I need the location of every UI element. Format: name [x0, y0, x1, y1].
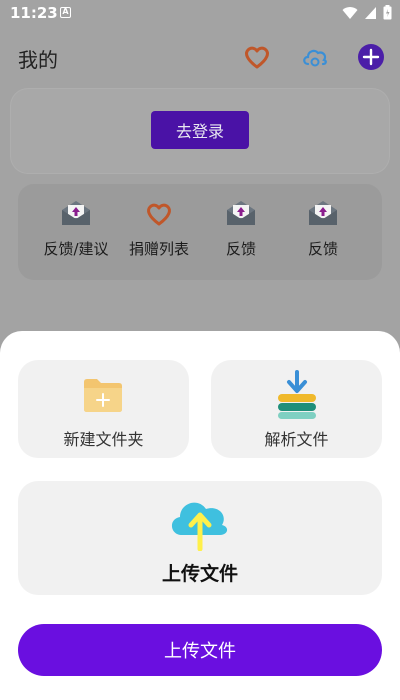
upload-file-tile-label: 上传文件: [161, 563, 238, 585]
login-button[interactable]: 去登录: [151, 111, 249, 149]
feedback-envelope-icon: [227, 201, 255, 225]
notification-icon: A: [60, 7, 71, 18]
screen: 11:23 A 我的 去登录 反馈/建议 捐赠列表 反馈 反馈 新建文件夹 解析…: [0, 0, 400, 700]
status-time: 11:23: [10, 4, 58, 22]
shortcut-label: 反馈: [225, 240, 256, 258]
feedback-envelope-icon: [309, 201, 337, 225]
shortcut-feedback-2[interactable]: 反馈: [196, 198, 286, 268]
shortcut-feedback-3[interactable]: 反馈: [278, 198, 368, 268]
shortcut-label: 反馈: [307, 240, 338, 258]
battery-icon: [383, 5, 392, 20]
upload-file-tile[interactable]: 上传文件: [18, 481, 382, 595]
wifi-icon: [342, 6, 358, 19]
cloud-sync-icon[interactable]: [300, 42, 330, 72]
feedback-envelope-icon: [62, 201, 90, 225]
heart-icon[interactable]: [242, 42, 272, 72]
shortcut-label: 反馈/建议: [43, 240, 109, 258]
shortcut-donation-list[interactable]: 捐赠列表: [114, 198, 204, 268]
parse-file-label: 解析文件: [264, 430, 329, 449]
folder-add-icon: [84, 379, 122, 412]
header: 我的: [0, 36, 400, 80]
login-card: 去登录: [10, 88, 390, 174]
donate-heart-icon: [147, 203, 171, 226]
bottom-sheet: 新建文件夹 解析文件 上传文件 上传文件: [0, 331, 400, 700]
shortcut-label: 捐赠列表: [128, 240, 189, 258]
download-stack-icon: [278, 370, 316, 419]
signal-icon: [365, 6, 376, 19]
cloud-upload-icon: [171, 502, 228, 551]
add-icon[interactable]: [358, 44, 384, 70]
new-folder-label: 新建文件夹: [63, 430, 144, 449]
plus-icon: [362, 48, 380, 66]
status-bar: 11:23 A: [0, 0, 400, 26]
status-icons: [342, 5, 392, 20]
shortcut-feedback-suggestion[interactable]: 反馈/建议: [31, 198, 121, 268]
new-folder-tile[interactable]: 新建文件夹: [18, 360, 189, 458]
upload-file-button[interactable]: 上传文件: [18, 624, 382, 676]
page-title: 我的: [18, 48, 58, 72]
shortcut-grid: 反馈/建议 捐赠列表 反馈 反馈: [18, 184, 382, 280]
parse-file-tile[interactable]: 解析文件: [211, 360, 382, 458]
